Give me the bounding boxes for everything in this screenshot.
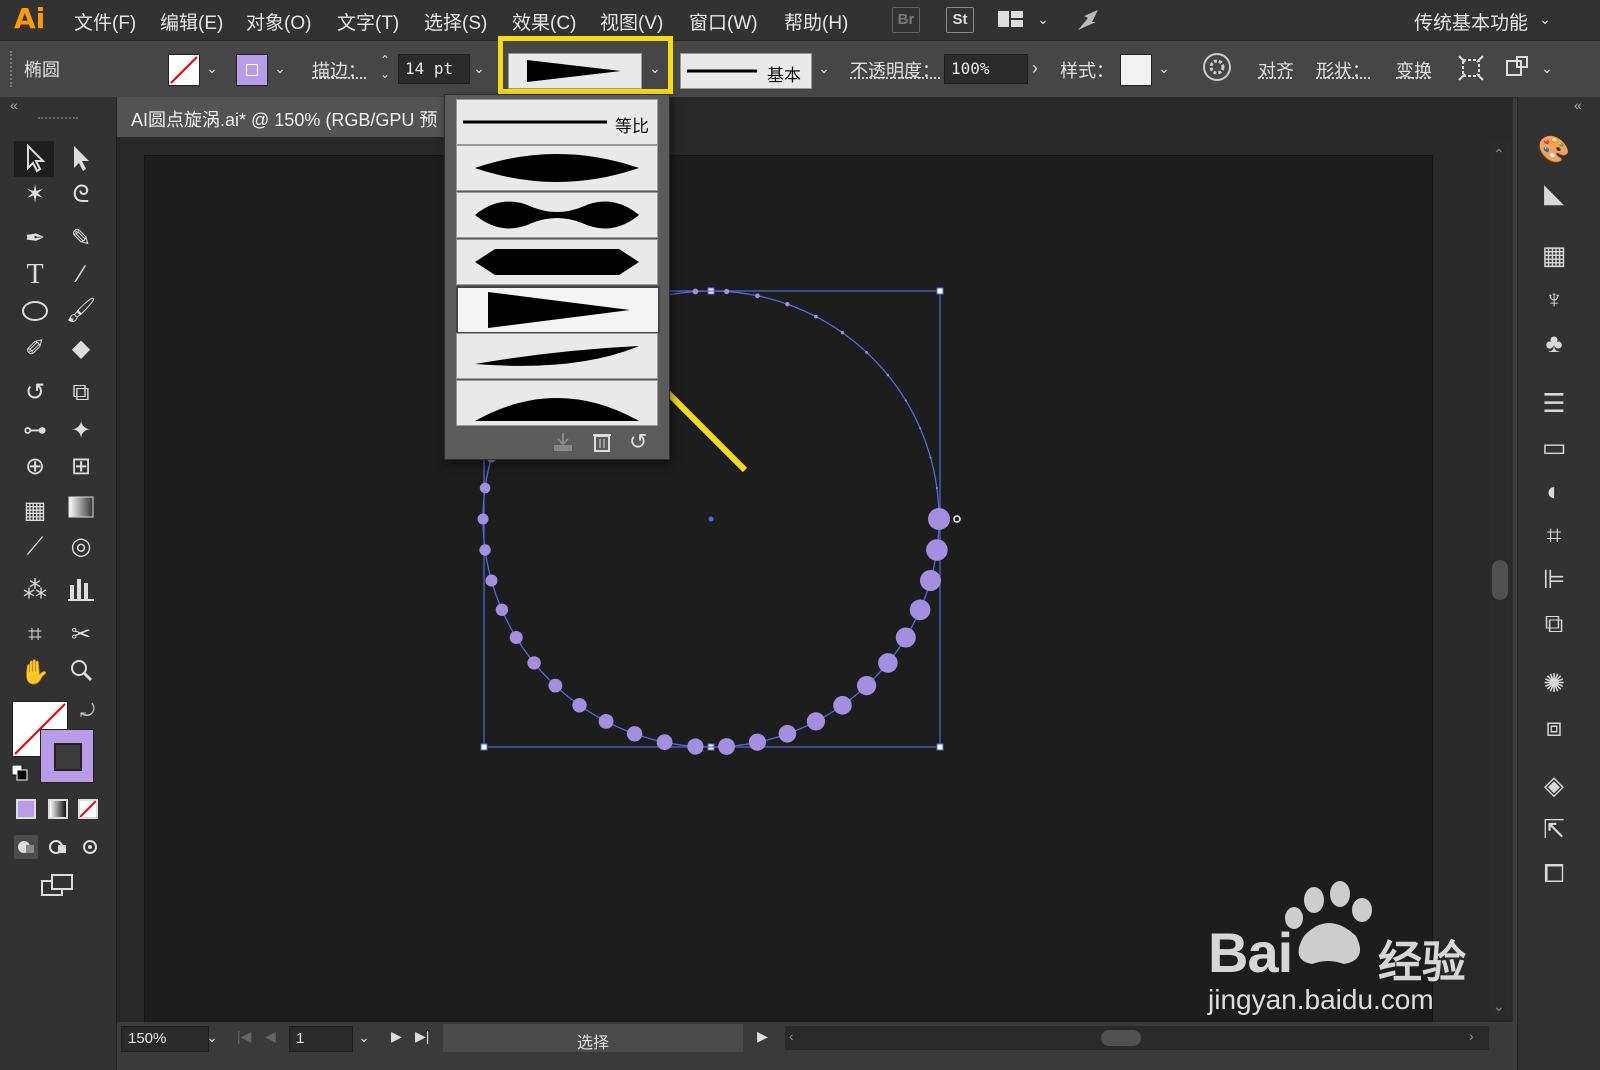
last-artboard-icon[interactable]: ▶|: [415, 1028, 429, 1045]
width-profile-popup: 等比 ↺: [444, 94, 670, 460]
layers-icon[interactable]: ◈: [1534, 769, 1574, 801]
profile-width-4-selected[interactable]: [456, 286, 660, 334]
transparency-icon[interactable]: ◐: [1534, 475, 1574, 507]
profile-width-6[interactable]: [456, 380, 658, 426]
swatches-icon[interactable]: ▦: [1534, 239, 1574, 271]
status-tool-label: 选择: [577, 1035, 610, 1052]
delete-profile-icon[interactable]: [591, 431, 613, 453]
profile-width-1[interactable]: [456, 145, 658, 191]
profile-width-2[interactable]: [456, 192, 658, 238]
appearance-icon[interactable]: ✺: [1534, 667, 1574, 699]
scrollbar-thumb[interactable]: [1492, 560, 1508, 600]
watermark-brand-cn: 经验: [1378, 938, 1466, 987]
align-panel-icon[interactable]: ⊫: [1534, 563, 1574, 595]
transform-panel-icon[interactable]: ⌗: [1534, 519, 1574, 551]
baidu-watermark: Bai 经验 jingyan.baidu.com: [1208, 880, 1488, 1030]
vertical-scrollbar[interactable]: ⌃ ⌄: [1489, 140, 1511, 1020]
watermark-url: jingyan.baidu.com: [1208, 984, 1434, 1015]
chevron-down-icon[interactable]: ⌄: [203, 1028, 221, 1046]
graphic-styles-icon[interactable]: ⧈: [1534, 711, 1574, 743]
brushes-icon[interactable]: ♆: [1534, 283, 1574, 315]
asset-export-icon[interactable]: ⇱: [1534, 813, 1574, 845]
chevron-down-icon[interactable]: ⌄: [355, 1028, 373, 1046]
previous-artboard-icon[interactable]: ◀: [265, 1028, 276, 1045]
profile-width-3[interactable]: [456, 239, 658, 285]
pathfinder-icon[interactable]: ⧉: [1534, 607, 1574, 639]
next-artboard-icon[interactable]: ▶: [391, 1028, 402, 1045]
reset-profiles-icon[interactable]: ↺: [629, 429, 647, 455]
right-panel-dock: « 🎨 ◣ ▦ ♆ ♣ ☰ ▭ ◐ ⌗ ⊫ ⧉ ✺ ⧈ ◈ ⇱ ⧠: [1517, 97, 1600, 1070]
gradient-panel-icon[interactable]: ▭: [1534, 431, 1574, 463]
profile-width-5[interactable]: [456, 333, 658, 379]
color-guide-icon[interactable]: ◣: [1534, 177, 1574, 209]
symbols-icon[interactable]: ♣: [1534, 327, 1574, 359]
color-panel-icon[interactable]: 🎨: [1534, 133, 1574, 165]
collapse-panel-icon[interactable]: «: [1574, 97, 1582, 113]
profile-uniform-label: 等比: [615, 117, 649, 136]
add-to-profiles-icon[interactable]: [551, 431, 575, 453]
zoom-input[interactable]: 150%: [121, 1026, 209, 1052]
watermark-brand: Bai: [1208, 921, 1293, 984]
first-artboard-icon[interactable]: |◀: [237, 1028, 251, 1045]
scrollbar-thumb[interactable]: [1101, 1030, 1141, 1046]
status-menu-arrow[interactable]: ▶: [757, 1028, 768, 1045]
stroke-panel-icon[interactable]: ☰: [1534, 387, 1574, 419]
artboard-number-input[interactable]: 1: [289, 1026, 353, 1052]
status-info[interactable]: 选择: [443, 1024, 743, 1052]
artboards-panel-icon[interactable]: ⧠: [1534, 857, 1574, 889]
profile-uniform[interactable]: 等比: [456, 99, 658, 145]
